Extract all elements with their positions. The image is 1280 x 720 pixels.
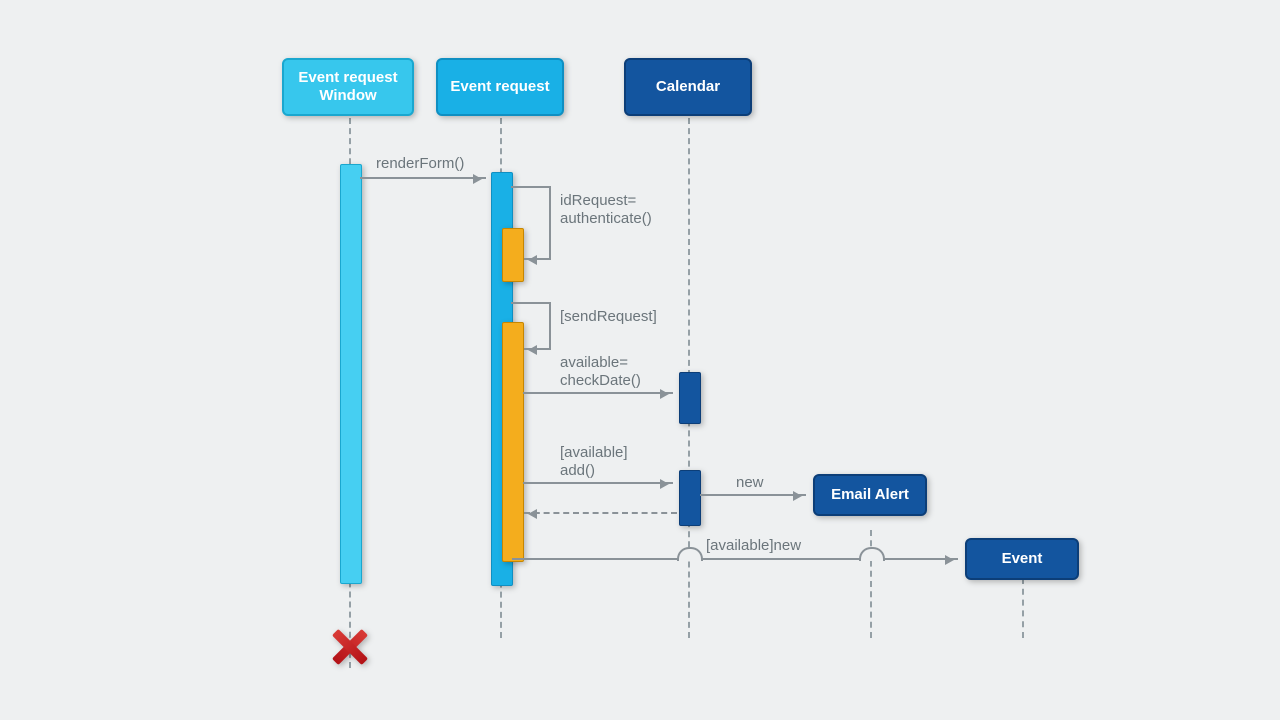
msg-sendrequest-loop-return bbox=[524, 348, 551, 350]
msg-new-emailalert-label: new bbox=[736, 474, 764, 491]
msg-authenticate-loop bbox=[511, 186, 549, 188]
msg-add-label-a: [available] bbox=[560, 444, 628, 461]
msg-authenticate-label-b: authenticate() bbox=[560, 210, 652, 227]
participant-label: Event request bbox=[450, 78, 549, 96]
msg-authenticate-label-a: idRequest= bbox=[560, 192, 636, 209]
crossover-hop-1 bbox=[677, 547, 703, 561]
msg-add-arrow bbox=[523, 482, 673, 484]
msg-add-label-b: add() bbox=[560, 462, 595, 479]
msg-checkdate-label-b: checkDate() bbox=[560, 372, 641, 389]
participant-label: Event request Window bbox=[284, 69, 412, 105]
participant-email-alert: Email Alert bbox=[813, 474, 927, 516]
activation-p1 bbox=[340, 164, 362, 584]
sequence-diagram: Event request Window Event request Calen… bbox=[0, 0, 1280, 720]
participant-event-request-window: Event request Window bbox=[282, 58, 414, 116]
msg-authenticate-loop-return bbox=[524, 258, 551, 260]
participant-calendar: Calendar bbox=[624, 58, 752, 116]
msg-new-event-label: [available]new bbox=[706, 537, 801, 554]
msg-renderform-arrow bbox=[360, 177, 486, 179]
crossover-hop-2 bbox=[859, 547, 885, 561]
activation-p2-auth bbox=[502, 228, 524, 282]
participant-label: Email Alert bbox=[831, 486, 909, 504]
activation-p2-send bbox=[502, 322, 524, 562]
msg-new-event-arrow bbox=[512, 558, 958, 560]
lifeline-p5 bbox=[1022, 578, 1024, 638]
participant-event: Event bbox=[965, 538, 1079, 580]
msg-sendrequest-loop-side bbox=[549, 302, 551, 348]
msg-new-emailalert-arrow bbox=[700, 494, 806, 496]
msg-checkdate-label-a: available= bbox=[560, 354, 628, 371]
activation-p3-check bbox=[679, 372, 701, 424]
msg-add-return bbox=[524, 512, 677, 514]
participant-label: Calendar bbox=[656, 78, 720, 96]
msg-authenticate-loop-side bbox=[549, 186, 551, 258]
msg-renderform-label: renderForm() bbox=[376, 155, 464, 172]
participant-event-request: Event request bbox=[436, 58, 564, 116]
participant-label: Event bbox=[1002, 550, 1043, 568]
activation-p3-add bbox=[679, 470, 701, 526]
msg-sendrequest-label: [sendRequest] bbox=[560, 308, 657, 325]
msg-sendrequest-loop bbox=[511, 302, 549, 304]
msg-checkdate-arrow bbox=[523, 392, 673, 394]
destroy-icon bbox=[329, 626, 371, 668]
